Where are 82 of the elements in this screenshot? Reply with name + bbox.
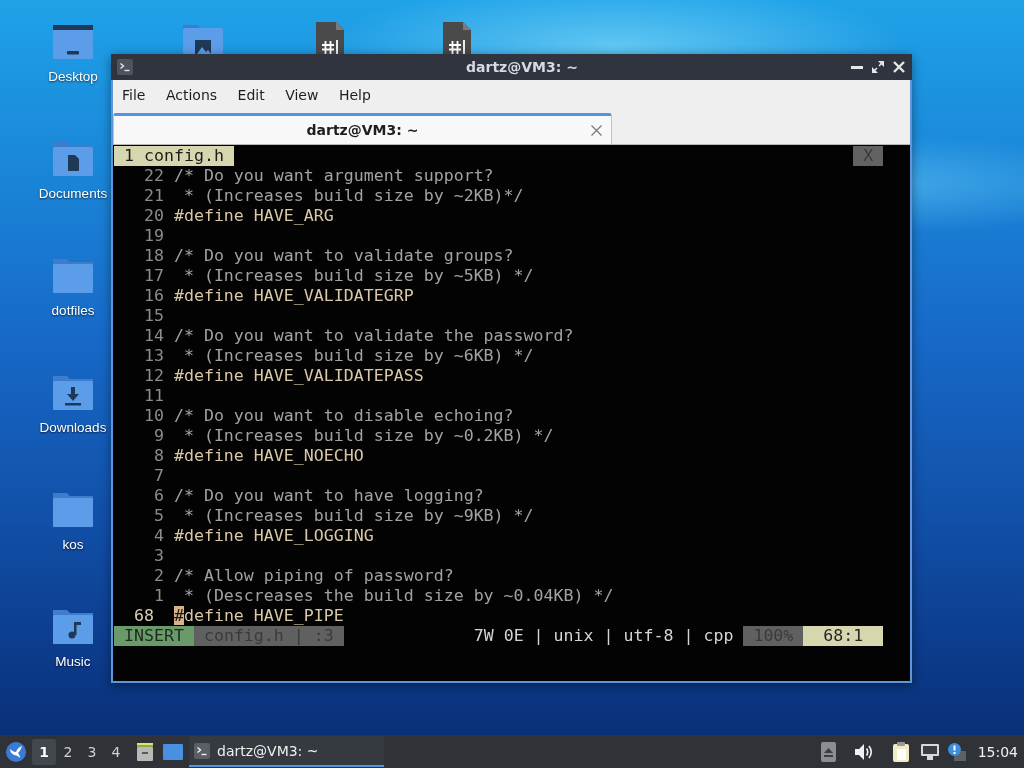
menu-item[interactable]: Edit (237, 87, 265, 103)
code-comment: /* Do you want argument support? (173, 166, 494, 186)
line-number: 10 (143, 406, 164, 426)
line-number: 16 (143, 286, 164, 306)
file-status: 7W 0E | unix | utf-8 | cpp (473, 626, 734, 646)
code-line: #define HAVE_VALIDATEGRP (173, 286, 414, 306)
code-comment: * (Descreases the build size by ~0.04KB) */ (182, 586, 614, 606)
line-number: 68 (133, 606, 154, 626)
monitor-icon[interactable] (920, 743, 939, 760)
menu-item[interactable]: View (285, 87, 319, 103)
line-number: 3 (153, 546, 164, 566)
terminal-icon (117, 59, 133, 75)
code-line: #define HAVE_NOECHO (173, 446, 364, 466)
minimize-icon[interactable] (851, 65, 863, 69)
code-comment: /* Do you want to have logging? (173, 486, 484, 506)
mode-indicator: INSERT (114, 626, 194, 646)
line-number: 7 (153, 466, 164, 486)
code-comment: * (Increases build size by ~2KB)*/ (182, 186, 524, 206)
terminal-tab[interactable]: dartz@VM3: ~ (113, 113, 612, 144)
code-comment: /* Do you want to disable echoing? (173, 406, 514, 426)
line-number: 12 (143, 366, 164, 386)
screen-icon[interactable] (163, 743, 183, 760)
folder-icon[interactable] (53, 493, 93, 527)
clock: 15:04 (977, 743, 1018, 760)
alert-icon[interactable] (947, 742, 966, 761)
line-number: 13 (143, 346, 164, 366)
workspace-button[interactable]: 1 (32, 738, 56, 765)
text-file-icon[interactable] (442, 22, 471, 54)
taskbar-button[interactable]: dartz@VM3: ~ (189, 736, 384, 767)
line-number: 2 (153, 566, 164, 586)
menu-item[interactable]: File (122, 87, 146, 103)
menu-item[interactable]: Actions (165, 87, 218, 103)
line-number: 14 (143, 326, 164, 346)
line-number: 4 (153, 526, 164, 546)
menu-item[interactable]: Help (338, 87, 371, 103)
code-line: #define HAVE_ARG (173, 206, 334, 226)
code-comment: * (Increases build size by ~9KB) */ (182, 506, 534, 526)
line-number: 15 (143, 306, 164, 326)
line-number: 17 (143, 266, 164, 286)
desktop-icon-label: Documents (38, 185, 108, 202)
line-number: 22 (143, 166, 164, 186)
file-cabinet-icon[interactable] (137, 742, 153, 761)
maximize-icon[interactable] (872, 61, 884, 73)
line-number: 8 (153, 446, 164, 466)
code-comment: * (Increases build size by ~6KB) */ (182, 346, 534, 366)
desktop-icon[interactable] (53, 25, 93, 59)
line-number: 18 (143, 246, 164, 266)
desktop-icon-label: Desktop (48, 68, 98, 85)
clipboard-icon[interactable] (892, 741, 909, 762)
desktop-icon-label: Downloads (39, 419, 107, 436)
editor-tab[interactable]: 1 config.h (114, 146, 234, 166)
line-number: 9 (153, 426, 164, 446)
line-number: 6 (153, 486, 164, 506)
line-number: 20 (143, 206, 164, 226)
terminal-icon (194, 742, 210, 759)
window-title: dartz@VM3: ~ (466, 59, 578, 75)
text-file-icon[interactable] (315, 22, 344, 54)
arrow-up-icon[interactable] (820, 741, 836, 762)
code-comment: /* Do you want to validate groups? (173, 246, 514, 266)
speaker-icon[interactable] (854, 743, 873, 760)
line-number: 21 (143, 186, 164, 206)
workspace-button[interactable]: 3 (80, 738, 104, 765)
desktop-icon-label: dotfiles (51, 302, 95, 319)
workspace-button[interactable]: 4 (104, 738, 128, 765)
workspace-button[interactable]: 2 (56, 738, 80, 765)
bird-logo-icon[interactable] (6, 741, 26, 762)
line-number: 1 (153, 586, 164, 606)
document-folder-icon[interactable] (53, 142, 93, 176)
code-line: #define HAVE_LOGGING (173, 526, 374, 546)
code-line: #define HAVE_VALIDATEPASS (173, 366, 424, 386)
desktop-icon-label: kos (62, 536, 84, 553)
music-folder-icon[interactable] (53, 610, 93, 644)
line-number: 5 (153, 506, 164, 526)
picture-folder-icon[interactable] (182, 25, 223, 54)
code-comment: /* Do you want to validate the password? (173, 326, 574, 346)
code-comment: /* Allow piping of password? (173, 566, 454, 586)
code-comment: * (Increases build size by ~0.2KB) */ (182, 426, 554, 446)
cursor-position: 68:1 (803, 626, 884, 646)
code-comment: * (Increases build size by ~5KB) */ (182, 266, 534, 286)
download-folder-icon[interactable] (53, 376, 93, 410)
desktop-icon-label: Music (55, 653, 91, 670)
line-number: 11 (143, 386, 164, 406)
